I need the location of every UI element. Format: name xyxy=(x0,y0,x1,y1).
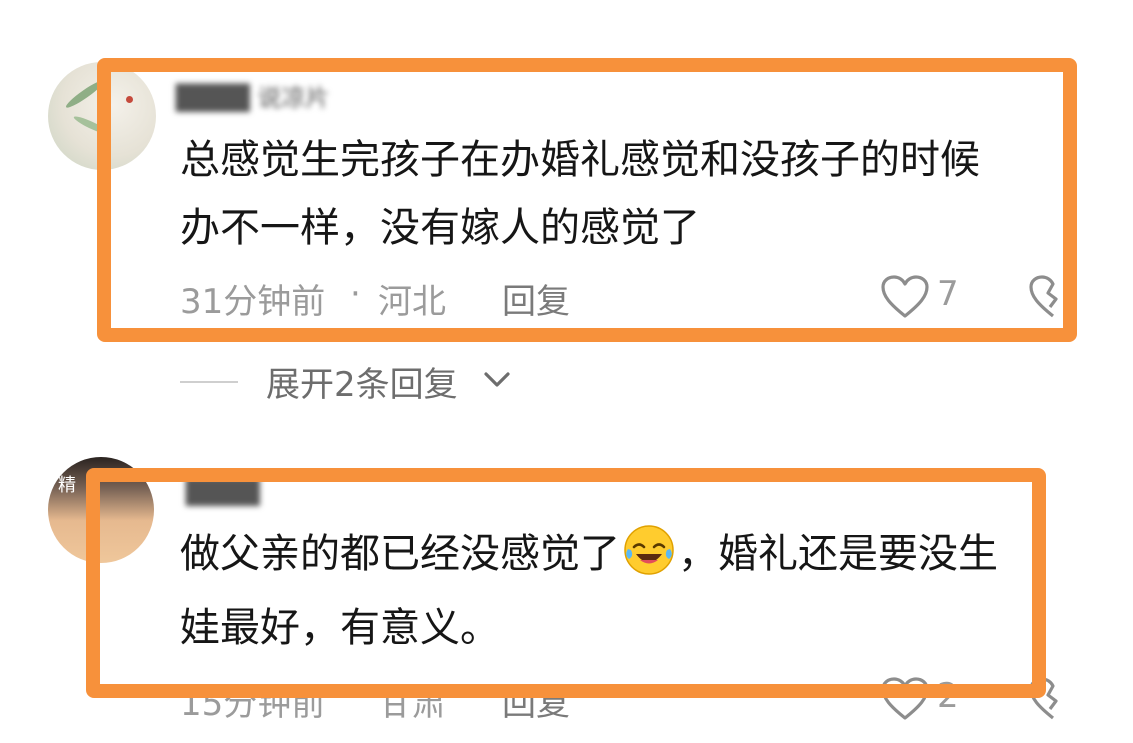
avatar-leaf-decoration xyxy=(63,77,107,111)
comment-text-part: ，婚礼还是要没生 xyxy=(678,531,998,577)
avatar-leaf-decoration xyxy=(72,113,112,138)
laughing-crying-emoji-icon xyxy=(624,525,674,575)
reply-button[interactable]: 回复 xyxy=(502,676,570,725)
chevron-down-icon xyxy=(484,372,510,387)
comment-location: 河北 xyxy=(378,282,446,322)
comment-text-line: 总感觉生完孩子在办婚礼感觉和没孩子的时候 xyxy=(180,137,980,183)
avatar-badge: 精 xyxy=(58,475,76,496)
comment-time: 31分钟前 xyxy=(180,282,326,322)
avatar-flower-decoration xyxy=(126,96,133,103)
comment-text-line: 办不一样，没有嫁人的感觉了 xyxy=(180,205,700,251)
meta-separator: · xyxy=(350,676,361,716)
username[interactable]: ████ xyxy=(186,478,260,506)
like-count: 7 xyxy=(937,274,959,314)
comment-location: 甘肃 xyxy=(378,684,446,724)
avatar[interactable] xyxy=(48,62,156,170)
like-heart-icon[interactable] xyxy=(880,676,930,722)
reply-button[interactable]: 回复 xyxy=(502,274,570,323)
like-count: 2 xyxy=(937,676,959,716)
dislike-broken-heart-icon[interactable] xyxy=(1028,274,1078,320)
comment-text-part: 做父亲的都已经没感觉了 xyxy=(180,531,620,577)
comment-time: 15分钟前 xyxy=(180,684,326,724)
comment-text-line: 娃最好，有意义。 xyxy=(180,605,500,651)
like-heart-icon[interactable] xyxy=(880,274,930,320)
divider xyxy=(180,381,238,383)
dislike-broken-heart-icon[interactable] xyxy=(1028,676,1078,722)
username[interactable]: ████ 说凉片 xyxy=(176,78,329,113)
meta-separator: · xyxy=(350,274,361,314)
comment-text-line: 做父亲的都已经没感觉了 ，婚礼还是要没生 xyxy=(180,522,998,586)
avatar[interactable]: 精 xyxy=(48,457,154,563)
expand-replies-label: 展开2条回复 xyxy=(266,365,458,405)
